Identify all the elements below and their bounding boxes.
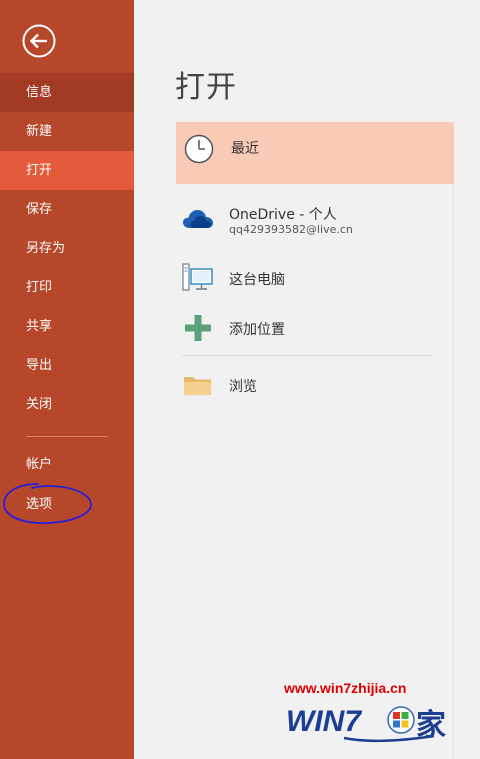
sidebar-item-label: 信息 (26, 85, 53, 100)
sidebar-item-save-as[interactable]: 另存为 (0, 229, 134, 268)
location-recent[interactable]: 最近 (176, 122, 454, 184)
sidebar-item-share[interactable]: 共享 (0, 307, 134, 346)
back-arrow-icon (22, 24, 56, 58)
sidebar-item-new[interactable]: 新建 (0, 112, 134, 151)
sidebar-item-label: 关闭 (26, 397, 53, 412)
sidebar-item-label: 帐户 (26, 457, 53, 472)
location-browse[interactable]: 浏览 (176, 365, 454, 405)
location-title: OneDrive - 个人 (229, 207, 337, 223)
watermark-brand-text: WIN7 (286, 705, 362, 738)
watermark-logo: WIN7 家 (284, 698, 460, 744)
backstage-view: 信息 新建 打开 保存 另存为 打印 共享 导出 关闭 帐户 选项 打开 最近 … (0, 0, 480, 759)
location-title: 浏览 (229, 379, 257, 395)
sidebar-divider (26, 436, 108, 437)
location-title: 最近 (231, 141, 259, 157)
folder-icon (184, 377, 212, 395)
page-title: 打开 (175, 70, 237, 105)
sidebar-item-label: 选项 (26, 497, 53, 512)
location-onedrive[interactable]: OneDrive - 个人 qq429393582@live.cn (176, 196, 454, 246)
sidebar-item-label: 另存为 (26, 241, 66, 256)
location-account-email: qq429393582@live.cn (229, 223, 353, 236)
sidebar-item-close[interactable]: 关闭 (0, 385, 134, 424)
sidebar-item-label: 保存 (26, 202, 53, 217)
location-add-place[interactable]: 添加位置 (176, 308, 454, 348)
back-button[interactable] (22, 24, 56, 58)
sidebar-item-account[interactable]: 帐户 (0, 445, 134, 484)
plus-icon (185, 315, 211, 341)
windows-logo-icon (387, 706, 415, 734)
onedrive-cloud-icon (183, 210, 213, 228)
sidebar-item-open[interactable]: 打开 (0, 151, 134, 190)
sidebar-item-label: 导出 (26, 358, 53, 373)
sidebar-item-label: 新建 (26, 124, 53, 139)
sidebar-item-export[interactable]: 导出 (0, 346, 134, 385)
computer-icon (182, 263, 213, 291)
sidebar-item-options[interactable]: 选项 (0, 485, 134, 524)
location-this-pc[interactable]: 这台电脑 (176, 258, 454, 298)
sidebar-item-info[interactable]: 信息 (0, 73, 134, 112)
sidebar-item-label: 共享 (26, 319, 53, 334)
location-title: 添加位置 (229, 322, 285, 338)
watermark-url: www.win7zhijia.cn (284, 680, 407, 696)
sidebar-item-save[interactable]: 保存 (0, 190, 134, 229)
clock-icon (184, 134, 214, 164)
sidebar-item-label: 打印 (26, 280, 53, 295)
backstage-sidebar: 信息 新建 打开 保存 另存为 打印 共享 导出 关闭 帐户 选项 (0, 0, 134, 759)
sidebar-item-print[interactable]: 打印 (0, 268, 134, 307)
sidebar-item-label: 打开 (26, 163, 53, 178)
locations-divider (182, 355, 432, 356)
location-title: 这台电脑 (229, 272, 285, 288)
